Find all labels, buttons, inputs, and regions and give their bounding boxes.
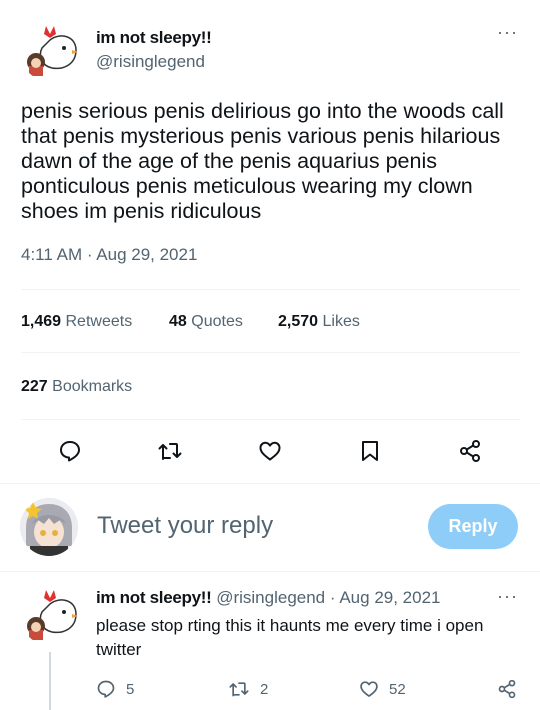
author-handle[interactable]: @risinglegend bbox=[96, 52, 205, 72]
retweets-label: Retweets bbox=[65, 313, 133, 330]
retweet-count: 2 bbox=[260, 680, 269, 698]
reply-button[interactable] bbox=[52, 433, 88, 469]
retweet-icon bbox=[158, 443, 182, 460]
thread-line bbox=[49, 652, 51, 710]
heart-icon bbox=[259, 441, 281, 461]
quotes-stat[interactable]: 48 Quotes bbox=[169, 313, 243, 331]
tweet-text: penis serious penis delirious go into th… bbox=[21, 99, 504, 223]
reply-author-name[interactable]: im not sleepy!! bbox=[96, 588, 212, 607]
bookmarks-label: Bookmarks bbox=[52, 378, 133, 395]
user-avatar-art bbox=[20, 498, 78, 556]
reply-header: im not sleepy!! @risinglegend · Aug 29, … bbox=[96, 588, 441, 608]
reply-reply-button[interactable]: 5 bbox=[96, 679, 134, 699]
reply-separator: · bbox=[329, 588, 336, 607]
tweet-timestamp[interactable]: 4:11 AM · Aug 29, 2021 bbox=[21, 245, 197, 265]
share-icon bbox=[460, 440, 480, 462]
divider bbox=[21, 352, 520, 353]
bookmark-button[interactable] bbox=[352, 433, 388, 469]
divider bbox=[0, 483, 540, 484]
retweets-stat[interactable]: 1,469 Retweets bbox=[21, 313, 132, 331]
reply-icon bbox=[97, 680, 115, 698]
bookmarks-count: 227 bbox=[21, 378, 48, 395]
share-icon bbox=[498, 679, 516, 699]
reply-submit-button[interactable]: Reply bbox=[428, 504, 518, 549]
share-button[interactable] bbox=[452, 433, 488, 469]
reply-author-avatar[interactable] bbox=[20, 584, 82, 646]
divider bbox=[21, 289, 520, 290]
retweet-icon bbox=[229, 682, 249, 697]
author-name[interactable]: im not sleepy!! bbox=[96, 28, 212, 48]
divider bbox=[21, 419, 520, 420]
likes-label: Likes bbox=[322, 313, 360, 330]
bookmarks-stat[interactable]: 227 Bookmarks bbox=[21, 378, 132, 396]
likes-stat[interactable]: 2,570 Likes bbox=[278, 313, 360, 331]
reply-retweet-button[interactable]: 2 bbox=[228, 679, 268, 699]
reply-input[interactable]: Tweet your reply bbox=[97, 512, 273, 540]
current-user-avatar[interactable] bbox=[20, 498, 78, 556]
quotes-label: Quotes bbox=[191, 313, 243, 330]
heart-icon bbox=[360, 681, 378, 697]
author-avatar[interactable] bbox=[20, 20, 82, 82]
reply-like-button[interactable]: 52 bbox=[359, 679, 406, 699]
more-options-button[interactable]: ··· bbox=[497, 22, 518, 43]
reply-text: please stop rting this it haunts me ever… bbox=[96, 616, 484, 659]
chicken-avatar-art bbox=[27, 26, 78, 76]
reply-share-button[interactable] bbox=[497, 679, 517, 699]
reply-icon bbox=[60, 441, 80, 462]
reply-date[interactable]: Aug 29, 2021 bbox=[339, 588, 440, 607]
quotes-count: 48 bbox=[169, 313, 187, 330]
bookmark-icon bbox=[362, 441, 378, 461]
like-count: 52 bbox=[389, 680, 406, 698]
reply-author-handle[interactable]: @risinglegend bbox=[216, 588, 325, 607]
retweets-count: 1,469 bbox=[21, 313, 62, 330]
reply-count: 5 bbox=[126, 680, 135, 698]
like-button[interactable] bbox=[252, 433, 288, 469]
divider bbox=[0, 571, 540, 572]
chicken-avatar-art bbox=[27, 590, 78, 640]
reply-more-options-button[interactable]: ··· bbox=[497, 586, 518, 607]
retweet-button[interactable] bbox=[152, 433, 188, 469]
likes-count: 2,570 bbox=[278, 313, 319, 330]
